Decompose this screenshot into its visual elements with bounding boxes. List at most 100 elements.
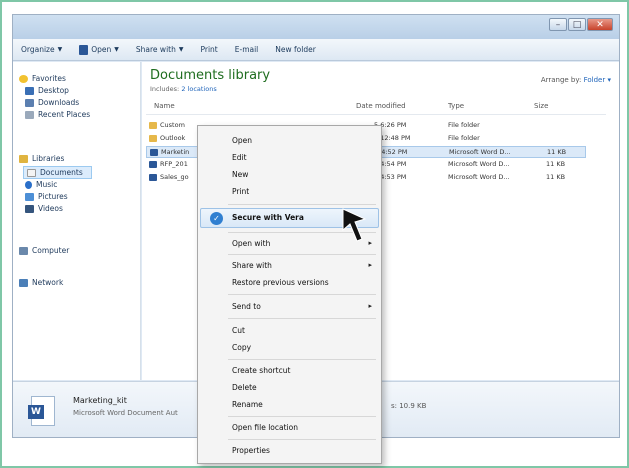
menu-item-print[interactable]: Print: [232, 187, 249, 196]
network-icon: [19, 278, 28, 287]
includes-label: Includes:: [150, 85, 180, 93]
menu-item-properties[interactable]: Properties: [232, 446, 270, 455]
details-file-type: Microsoft Word Document Aut: [73, 409, 178, 417]
menu-item-open-file-location[interactable]: Open file location: [232, 423, 298, 432]
pictures-icon: [25, 192, 34, 201]
file-type: Microsoft Word D...: [448, 173, 510, 181]
menu-item-send-to[interactable]: Send to: [232, 302, 261, 311]
nav-computer[interactable]: Computer: [19, 246, 69, 255]
menu-item-restore-previous-versions[interactable]: Restore previous versions: [232, 278, 329, 287]
file-type: Microsoft Word D...: [449, 148, 511, 156]
details-type-text: Microsoft Word Document: [73, 409, 164, 417]
maximize-button[interactable]: □: [568, 18, 586, 31]
column-header-size[interactable]: Size: [534, 102, 548, 110]
nav-videos[interactable]: Videos: [25, 204, 63, 213]
arrange-dropdown[interactable]: Folder ▾: [584, 76, 611, 84]
mouse-pointer-icon: [342, 208, 367, 242]
context-menu: Open Edit New Print ✓ Secure with Vera O…: [197, 125, 382, 464]
music-icon: [25, 180, 32, 189]
menu-item-open-with[interactable]: Open with: [232, 239, 270, 248]
print-button[interactable]: Print: [200, 45, 217, 54]
organize-label: Organize: [21, 45, 55, 54]
file-size: 11 KB: [546, 160, 566, 168]
organize-button[interactable]: Organize ▼: [21, 45, 62, 54]
navigation-pane: Favorites Desktop Downloads Recent Place…: [13, 62, 141, 380]
details-file-size: s: 10.9 KB: [391, 402, 427, 410]
menu-separator: [228, 254, 376, 255]
details-type-suffix: Aut: [165, 409, 178, 417]
menu-item-new[interactable]: New: [232, 170, 248, 179]
chevron-down-icon: ▼: [178, 46, 184, 53]
word-document-icon: [149, 161, 157, 168]
file-name: Custom: [160, 121, 185, 129]
nav-pictures[interactable]: Pictures: [25, 192, 68, 201]
file-size: 11 KB: [546, 173, 566, 181]
library-includes: Includes: 2 locations: [150, 85, 217, 93]
menu-item-open[interactable]: Open: [232, 136, 252, 145]
window-controls: – □ ✕: [549, 18, 613, 31]
menu-separator: [228, 439, 376, 440]
nav-favorites[interactable]: Favorites: [19, 74, 66, 83]
nav-downloads-label: Downloads: [38, 98, 80, 107]
arrange-value: Folder: [583, 76, 606, 84]
submenu-arrow-icon: ▸: [368, 239, 372, 247]
menu-item-cut[interactable]: Cut: [232, 326, 245, 335]
header-divider: [146, 114, 606, 115]
nav-pictures-label: Pictures: [38, 192, 68, 201]
nav-favorites-label: Favorites: [32, 74, 66, 83]
nav-libraries[interactable]: Libraries: [19, 154, 64, 163]
folder-icon: [149, 135, 157, 142]
nav-desktop-label: Desktop: [38, 86, 69, 95]
word-document-icon: [150, 149, 158, 156]
new-folder-button[interactable]: New folder: [275, 45, 316, 54]
videos-icon: [25, 204, 34, 213]
nav-documents[interactable]: Documents: [23, 166, 92, 179]
arrange-label: Arrange by:: [540, 76, 582, 84]
folder-icon: [149, 122, 157, 129]
word-document-icon: [149, 174, 157, 181]
open-button[interactable]: Open ▼: [79, 44, 119, 55]
column-header-date[interactable]: Date modified: [356, 102, 406, 110]
nav-downloads[interactable]: Downloads: [25, 98, 79, 107]
menu-item-share-with[interactable]: Share with: [232, 261, 272, 270]
menu-item-create-shortcut[interactable]: Create shortcut: [232, 366, 290, 375]
nav-network-label: Network: [32, 278, 64, 287]
column-header-type[interactable]: Type: [448, 102, 464, 110]
open-label: Open: [91, 45, 112, 54]
menu-separator: [228, 204, 376, 205]
column-header-name[interactable]: Name: [154, 102, 175, 110]
nav-documents-label: Documents: [40, 168, 83, 177]
file-type: File folder: [448, 121, 480, 129]
menu-separator: [228, 416, 376, 417]
nav-music[interactable]: Music: [25, 180, 57, 189]
nav-videos-label: Videos: [38, 204, 63, 213]
desktop-icon: [25, 86, 34, 95]
file-name: RFP_201: [160, 160, 188, 168]
file-type: File folder: [448, 134, 480, 142]
nav-desktop[interactable]: Desktop: [25, 86, 69, 95]
menu-item-secure-label: Secure with Vera: [232, 213, 304, 222]
file-name: Sales_go: [160, 173, 189, 181]
star-icon: [19, 74, 28, 83]
nav-music-label: Music: [36, 180, 58, 189]
nav-recent-places[interactable]: Recent Places: [25, 110, 90, 119]
submenu-arrow-icon: ▸: [368, 302, 372, 310]
nav-network[interactable]: Network: [19, 278, 63, 287]
word-document-icon: [79, 44, 89, 55]
close-button[interactable]: ✕: [587, 18, 613, 31]
documents-icon: [27, 168, 36, 177]
file-size: 11 KB: [547, 148, 567, 156]
downloads-icon: [25, 98, 34, 107]
recent-places-icon: [25, 110, 34, 119]
menu-item-edit[interactable]: Edit: [232, 153, 247, 162]
menu-item-rename[interactable]: Rename: [232, 400, 263, 409]
nav-computer-label: Computer: [32, 246, 70, 255]
menu-separator: [228, 294, 376, 295]
menu-item-delete[interactable]: Delete: [232, 383, 257, 392]
locations-link[interactable]: 2 locations: [181, 85, 216, 93]
menu-item-copy[interactable]: Copy: [232, 343, 251, 352]
title-bar: – □ ✕: [13, 15, 619, 39]
minimize-button[interactable]: –: [549, 18, 567, 31]
share-with-button[interactable]: Share with ▼: [136, 45, 184, 54]
email-button[interactable]: E-mail: [235, 45, 259, 54]
